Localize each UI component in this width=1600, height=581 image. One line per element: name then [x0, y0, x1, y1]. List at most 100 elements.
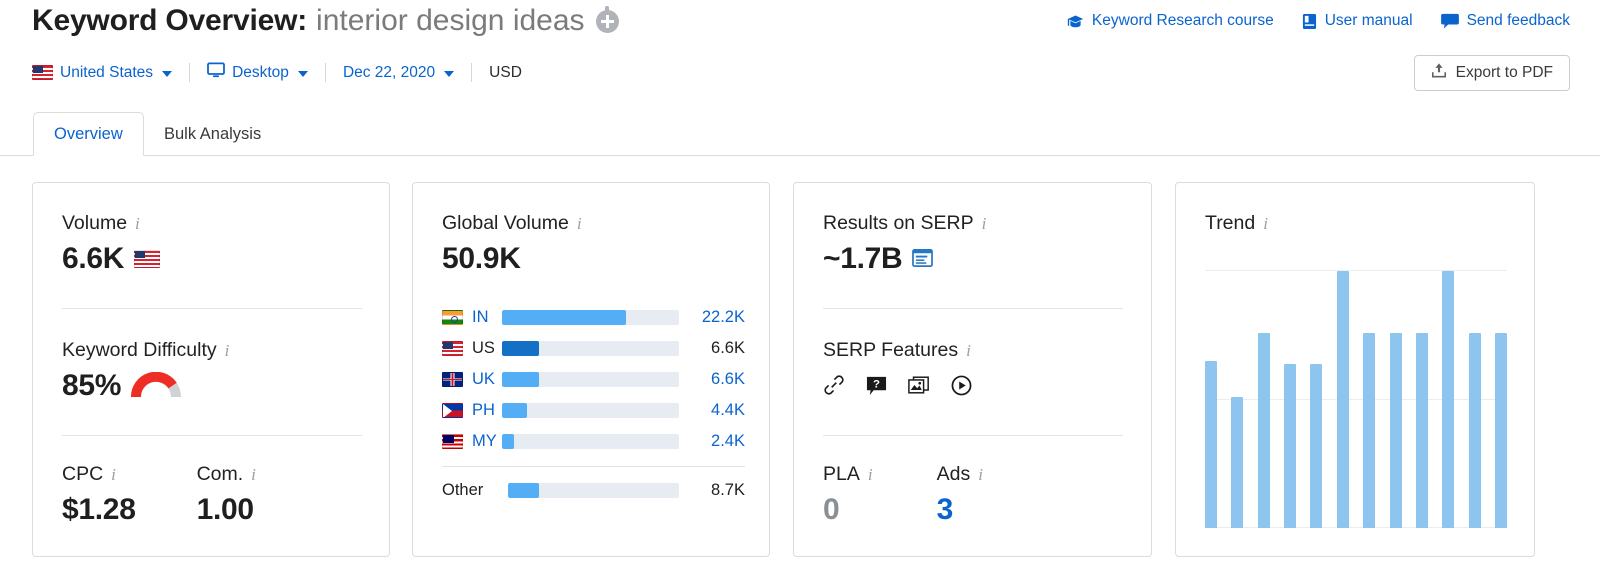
info-icon[interactable]: i [868, 465, 873, 485]
info-icon[interactable]: i [978, 465, 983, 485]
upload-icon [1431, 62, 1447, 84]
ads-value[interactable]: 3 [937, 493, 983, 527]
filter-divider [324, 63, 326, 82]
trend-bar[interactable] [1389, 332, 1402, 528]
keyword-overview-page: Keyword Overview: interior design ideas … [0, 0, 1600, 581]
difficulty-gauge-icon [131, 371, 182, 398]
list-item[interactable]: IN 22.2K [442, 302, 745, 333]
trend-label: Trend [1205, 212, 1256, 234]
results-on-serp-value: ~1.7B [823, 242, 903, 275]
tab-bulk-analysis-label: Bulk Analysis [164, 124, 262, 143]
pla-label: PLA [823, 463, 860, 485]
keyword-research-course-label: Keyword Research course [1091, 12, 1274, 29]
cpc-label: CPC [62, 463, 104, 485]
divider [823, 308, 1123, 309]
plus-circle-icon[interactable] [595, 5, 619, 33]
info-icon[interactable]: i [966, 341, 971, 361]
com-label: Com. [196, 463, 244, 485]
info-icon[interactable]: i [225, 341, 230, 361]
trend-bar[interactable] [1442, 271, 1455, 528]
info-icon[interactable]: i [111, 465, 116, 485]
trend-bar[interactable] [1231, 396, 1244, 528]
info-icon[interactable]: i [577, 214, 582, 234]
com-label-row: Com. i [197, 463, 256, 486]
tab-overview-label: Overview [54, 124, 123, 143]
country-volume: 2.4K [711, 432, 745, 450]
cpc-label-row: CPC i [62, 463, 136, 486]
export-to-pdf-button[interactable]: Export to PDF [1413, 55, 1570, 91]
info-icon[interactable]: i [251, 465, 256, 485]
country-code: PH [472, 401, 495, 419]
trend-bar[interactable] [1363, 332, 1376, 528]
trend-bar[interactable] [1310, 363, 1323, 528]
book-icon [1302, 13, 1317, 30]
trend-bar[interactable] [1205, 360, 1217, 528]
country-code: US [472, 339, 495, 357]
country-volume: 22.2K [701, 308, 745, 326]
tab-overview[interactable]: Overview [33, 112, 144, 156]
volume-bar-fill [502, 434, 515, 449]
trend-bar[interactable] [1257, 332, 1270, 528]
ph-flag-icon [442, 403, 463, 418]
user-manual-link[interactable]: User manual [1302, 12, 1413, 30]
pla-ads-section: PLA i 0 Ads i 3 [823, 463, 983, 527]
video-icon[interactable] [951, 375, 972, 396]
filter-divider [471, 63, 473, 82]
list-item-other: Other 8.7K [442, 475, 745, 506]
svg-text:?: ? [873, 378, 880, 390]
tab-bar: Overview Bulk Analysis [0, 112, 1600, 156]
volume-section: Volume i 6.6K [62, 212, 161, 276]
speech-bubble-icon [1440, 13, 1459, 29]
country-filter[interactable]: United States [32, 64, 173, 82]
chevron-down-icon [162, 70, 173, 77]
keyword-difficulty-label-row: Keyword Difficulty i [62, 339, 229, 362]
page-title-prefix: Keyword Overview: [32, 4, 308, 37]
device-filter[interactable]: Desktop [207, 62, 308, 83]
in-flag-icon [442, 310, 463, 325]
trend-bar[interactable] [1284, 363, 1297, 528]
info-icon[interactable]: i [1263, 214, 1268, 234]
trend-bar[interactable] [1468, 332, 1481, 528]
sitelinks-icon[interactable] [823, 374, 845, 396]
keyword-research-course-link[interactable]: Keyword Research course [1067, 12, 1274, 30]
results-on-serp-label: Results on SERP [823, 212, 974, 234]
pla-block: PLA i 0 [823, 463, 873, 527]
country-code: UK [472, 370, 495, 388]
people-also-ask-icon[interactable]: ? [866, 375, 887, 396]
currency-label: USD [489, 63, 522, 81]
global-volume-value: 50.9K [442, 242, 521, 275]
serp-features-icons: ? [823, 374, 972, 396]
trend-bar[interactable] [1415, 332, 1428, 528]
monitor-icon [207, 62, 225, 83]
send-feedback-link[interactable]: Send feedback [1440, 12, 1570, 30]
volume-bar-fill [508, 483, 539, 498]
send-feedback-label: Send feedback [1466, 12, 1570, 29]
list-item[interactable]: UK 6.6K [442, 364, 745, 395]
cpc-block: CPC i $1.28 [62, 463, 136, 527]
date-filter[interactable]: Dec 22, 2020 [343, 64, 455, 82]
volume-bar-track [508, 483, 679, 498]
device-filter-label: Desktop [232, 63, 289, 81]
list-item[interactable]: US 6.6K [442, 333, 745, 364]
serp-features-label: SERP Features [823, 339, 959, 361]
divider [62, 308, 362, 309]
trend-bar[interactable] [1336, 271, 1349, 528]
list-item[interactable]: MY 2.4K [442, 426, 745, 457]
info-icon[interactable]: i [982, 214, 987, 234]
us-flag-icon [32, 65, 53, 80]
other-label: Other [442, 481, 484, 499]
results-on-serp-section: Results on SERP i ~1.7B [823, 212, 986, 276]
ads-block: Ads i 3 [937, 463, 983, 527]
serp-card: Results on SERP i ~1.7B SERP Features i [793, 182, 1152, 557]
info-icon[interactable]: i [135, 214, 140, 234]
tab-bulk-analysis[interactable]: Bulk Analysis [144, 112, 281, 156]
chevron-down-icon [297, 70, 308, 77]
volume-value-row: 6.6K [62, 242, 161, 276]
list-item[interactable]: PH 4.4K [442, 395, 745, 426]
page-title-keyword: interior design ideas [316, 4, 585, 37]
serp-preview-icon[interactable] [912, 242, 934, 276]
ads-label-row: Ads i [937, 463, 983, 486]
trend-chart[interactable] [1205, 270, 1507, 528]
trend-bar[interactable] [1494, 332, 1507, 528]
image-pack-icon[interactable] [908, 375, 930, 395]
